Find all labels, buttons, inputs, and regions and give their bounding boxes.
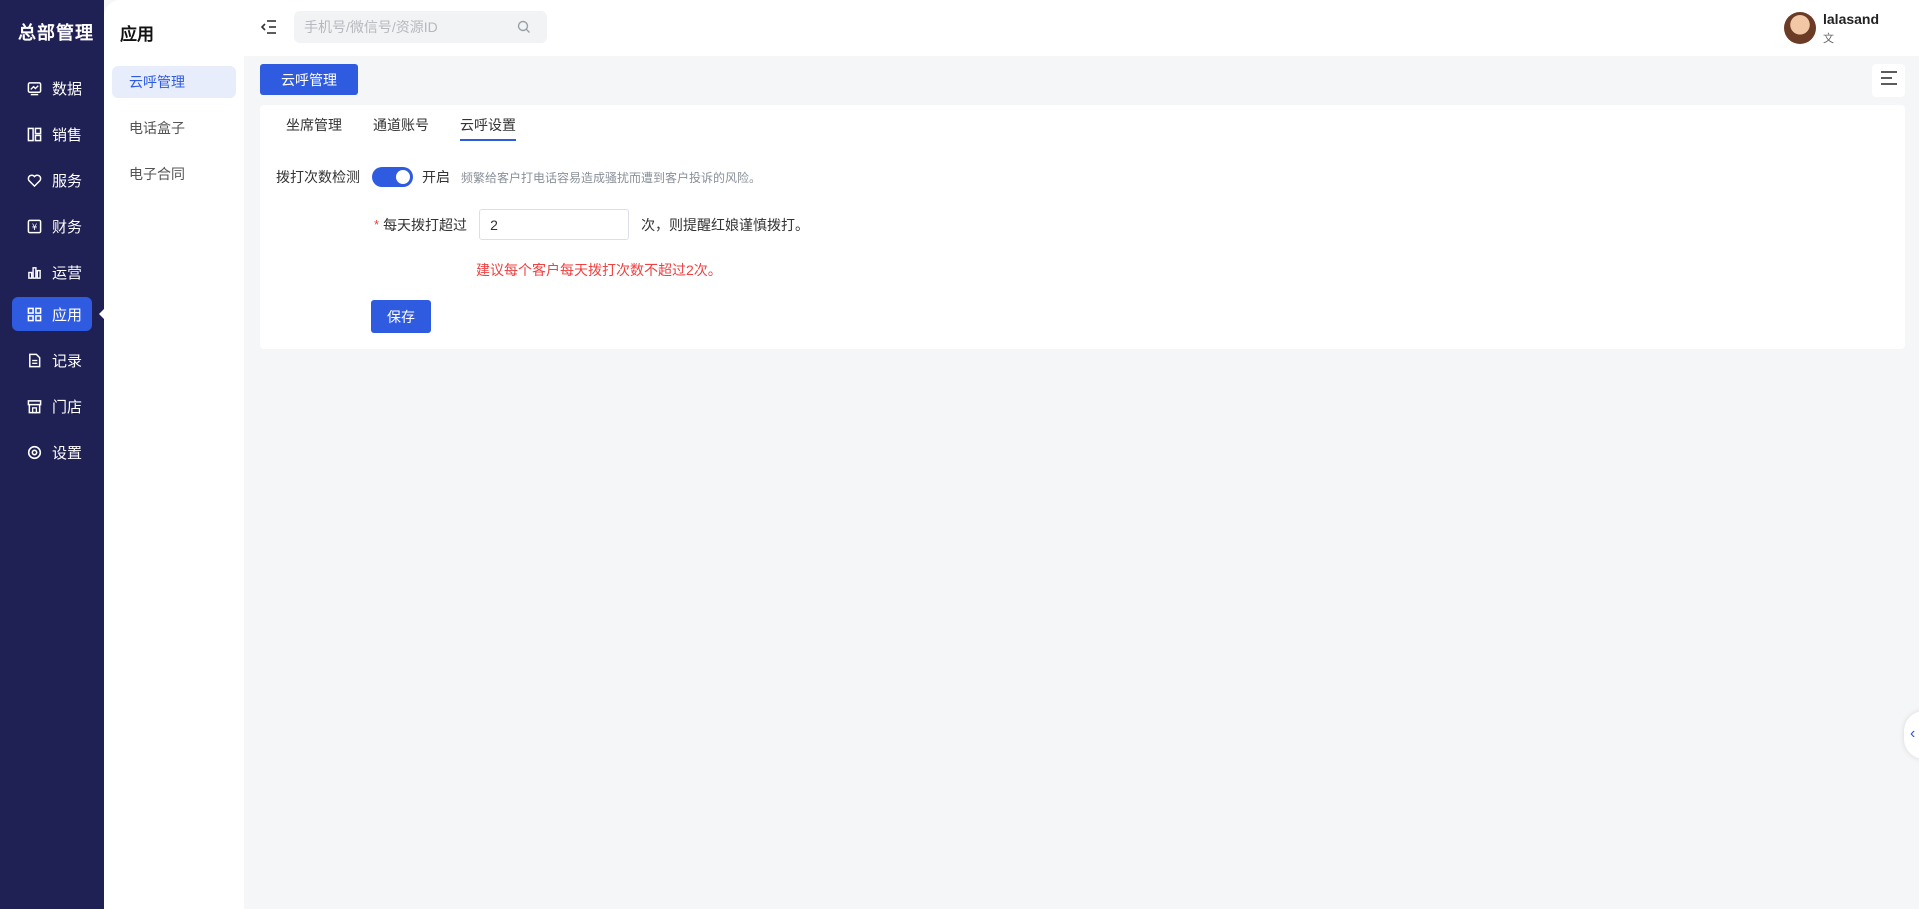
- call-count-check-toggle[interactable]: [372, 167, 413, 187]
- nav-item-finance[interactable]: ¥ 财务: [12, 209, 92, 243]
- nav-item-label: 设置: [52, 444, 83, 462]
- page-tag-cloud-call[interactable]: 云呼管理: [260, 64, 358, 95]
- tab-seat-management[interactable]: 坐席管理: [286, 115, 342, 141]
- nav-item-service[interactable]: 服务: [12, 163, 92, 197]
- daily-limit-row: * 每天拨打超过 次，则提醒红娘谨慎拨打。: [374, 209, 809, 240]
- daily-limit-label: 每天拨打超过: [383, 216, 468, 233]
- subnav-item-e-contract[interactable]: 电子合同: [112, 158, 236, 190]
- nav-item-label: 财务: [52, 218, 83, 236]
- daily-limit-suffix: 次，则提醒红娘谨慎拨打。: [641, 216, 810, 233]
- nav-item-label: 门店: [52, 398, 83, 416]
- main-nav: 总部管理 数据 销售 服务 ¥ 财务 运营 应用 记录 门店 设置: [0, 0, 105, 909]
- bar-chart-icon: [26, 264, 42, 280]
- top-header: lalasand 文: [244, 0, 1919, 56]
- nav-item-stores[interactable]: 门店: [12, 389, 92, 423]
- daily-limit-input[interactable]: [479, 209, 630, 240]
- call-count-check-row: 拨打次数检测 开启 频繁给客户打电话容易造成骚扰而遭到客户投诉的风险。: [276, 167, 761, 187]
- heart-icon: [26, 172, 42, 188]
- svg-text:¥: ¥: [31, 221, 37, 231]
- tab-bar: 坐席管理 通道账号 云呼设置: [286, 115, 547, 141]
- float-expand-handle[interactable]: ‹: [1904, 711, 1919, 759]
- nav-item-label: 服务: [52, 172, 83, 190]
- hamburger-icon: [1880, 70, 1898, 91]
- document-icon: [26, 352, 42, 368]
- nav-item-operations[interactable]: 运营: [12, 255, 92, 289]
- nav-item-label: 数据: [52, 80, 83, 98]
- search-input[interactable]: [304, 19, 504, 35]
- store-icon: [26, 398, 42, 414]
- chart-icon: [26, 80, 42, 96]
- save-button[interactable]: 保存: [371, 300, 431, 333]
- settings-icon: [26, 444, 42, 460]
- search-box[interactable]: [294, 11, 547, 43]
- subnav-title: 应用: [120, 25, 154, 44]
- chevron-left-icon: ‹: [1910, 725, 1916, 742]
- avatar[interactable]: [1784, 12, 1816, 44]
- menu-button[interactable]: [1872, 64, 1905, 97]
- layout-icon: [26, 126, 42, 142]
- collapse-menu-icon[interactable]: [260, 18, 278, 36]
- nav-item-sales[interactable]: 销售: [12, 117, 92, 151]
- subnav-item-phone-box[interactable]: 电话盒子: [112, 112, 236, 144]
- call-count-check-label: 拨打次数检测: [276, 169, 360, 185]
- toggle-state-label: 开启: [422, 169, 450, 185]
- nav-item-label: 应用: [52, 306, 83, 324]
- toggle-hint: 频繁给客户打电话容易造成骚扰而遭到客户投诉的风险。: [461, 170, 762, 185]
- nav-item-settings[interactable]: 设置: [12, 435, 92, 469]
- nav-item-apps[interactable]: 应用: [12, 297, 92, 331]
- tab-cloud-call-settings[interactable]: 云呼设置: [460, 115, 516, 141]
- user-subtitle: 文: [1823, 33, 1834, 45]
- search-icon[interactable]: [517, 20, 531, 39]
- toggle-knob: [396, 170, 410, 184]
- sub-nav: 应用 云呼管理 电话盒子 电子合同: [104, 0, 244, 909]
- apps-icon: [26, 306, 42, 322]
- nav-item-records[interactable]: 记录: [12, 343, 92, 377]
- nav-item-data[interactable]: 数据: [12, 71, 92, 105]
- nav-item-label: 销售: [52, 126, 83, 144]
- nav-item-label: 记录: [52, 352, 83, 370]
- required-mark: *: [374, 217, 380, 232]
- tab-channel-account[interactable]: 通道账号: [373, 115, 429, 141]
- yen-icon: ¥: [26, 218, 42, 234]
- brand-title: 总部管理: [18, 23, 94, 43]
- nav-item-label: 运营: [52, 264, 83, 282]
- subnav-item-cloud-call[interactable]: 云呼管理: [112, 66, 236, 98]
- limit-warning: 建议每个客户每天拨打次数不超过2次。: [476, 262, 722, 278]
- user-name[interactable]: lalasand: [1823, 11, 1879, 27]
- settings-card: 坐席管理 通道账号 云呼设置 拨打次数检测 开启 频繁给客户打电话容易造成骚扰而…: [260, 105, 1905, 349]
